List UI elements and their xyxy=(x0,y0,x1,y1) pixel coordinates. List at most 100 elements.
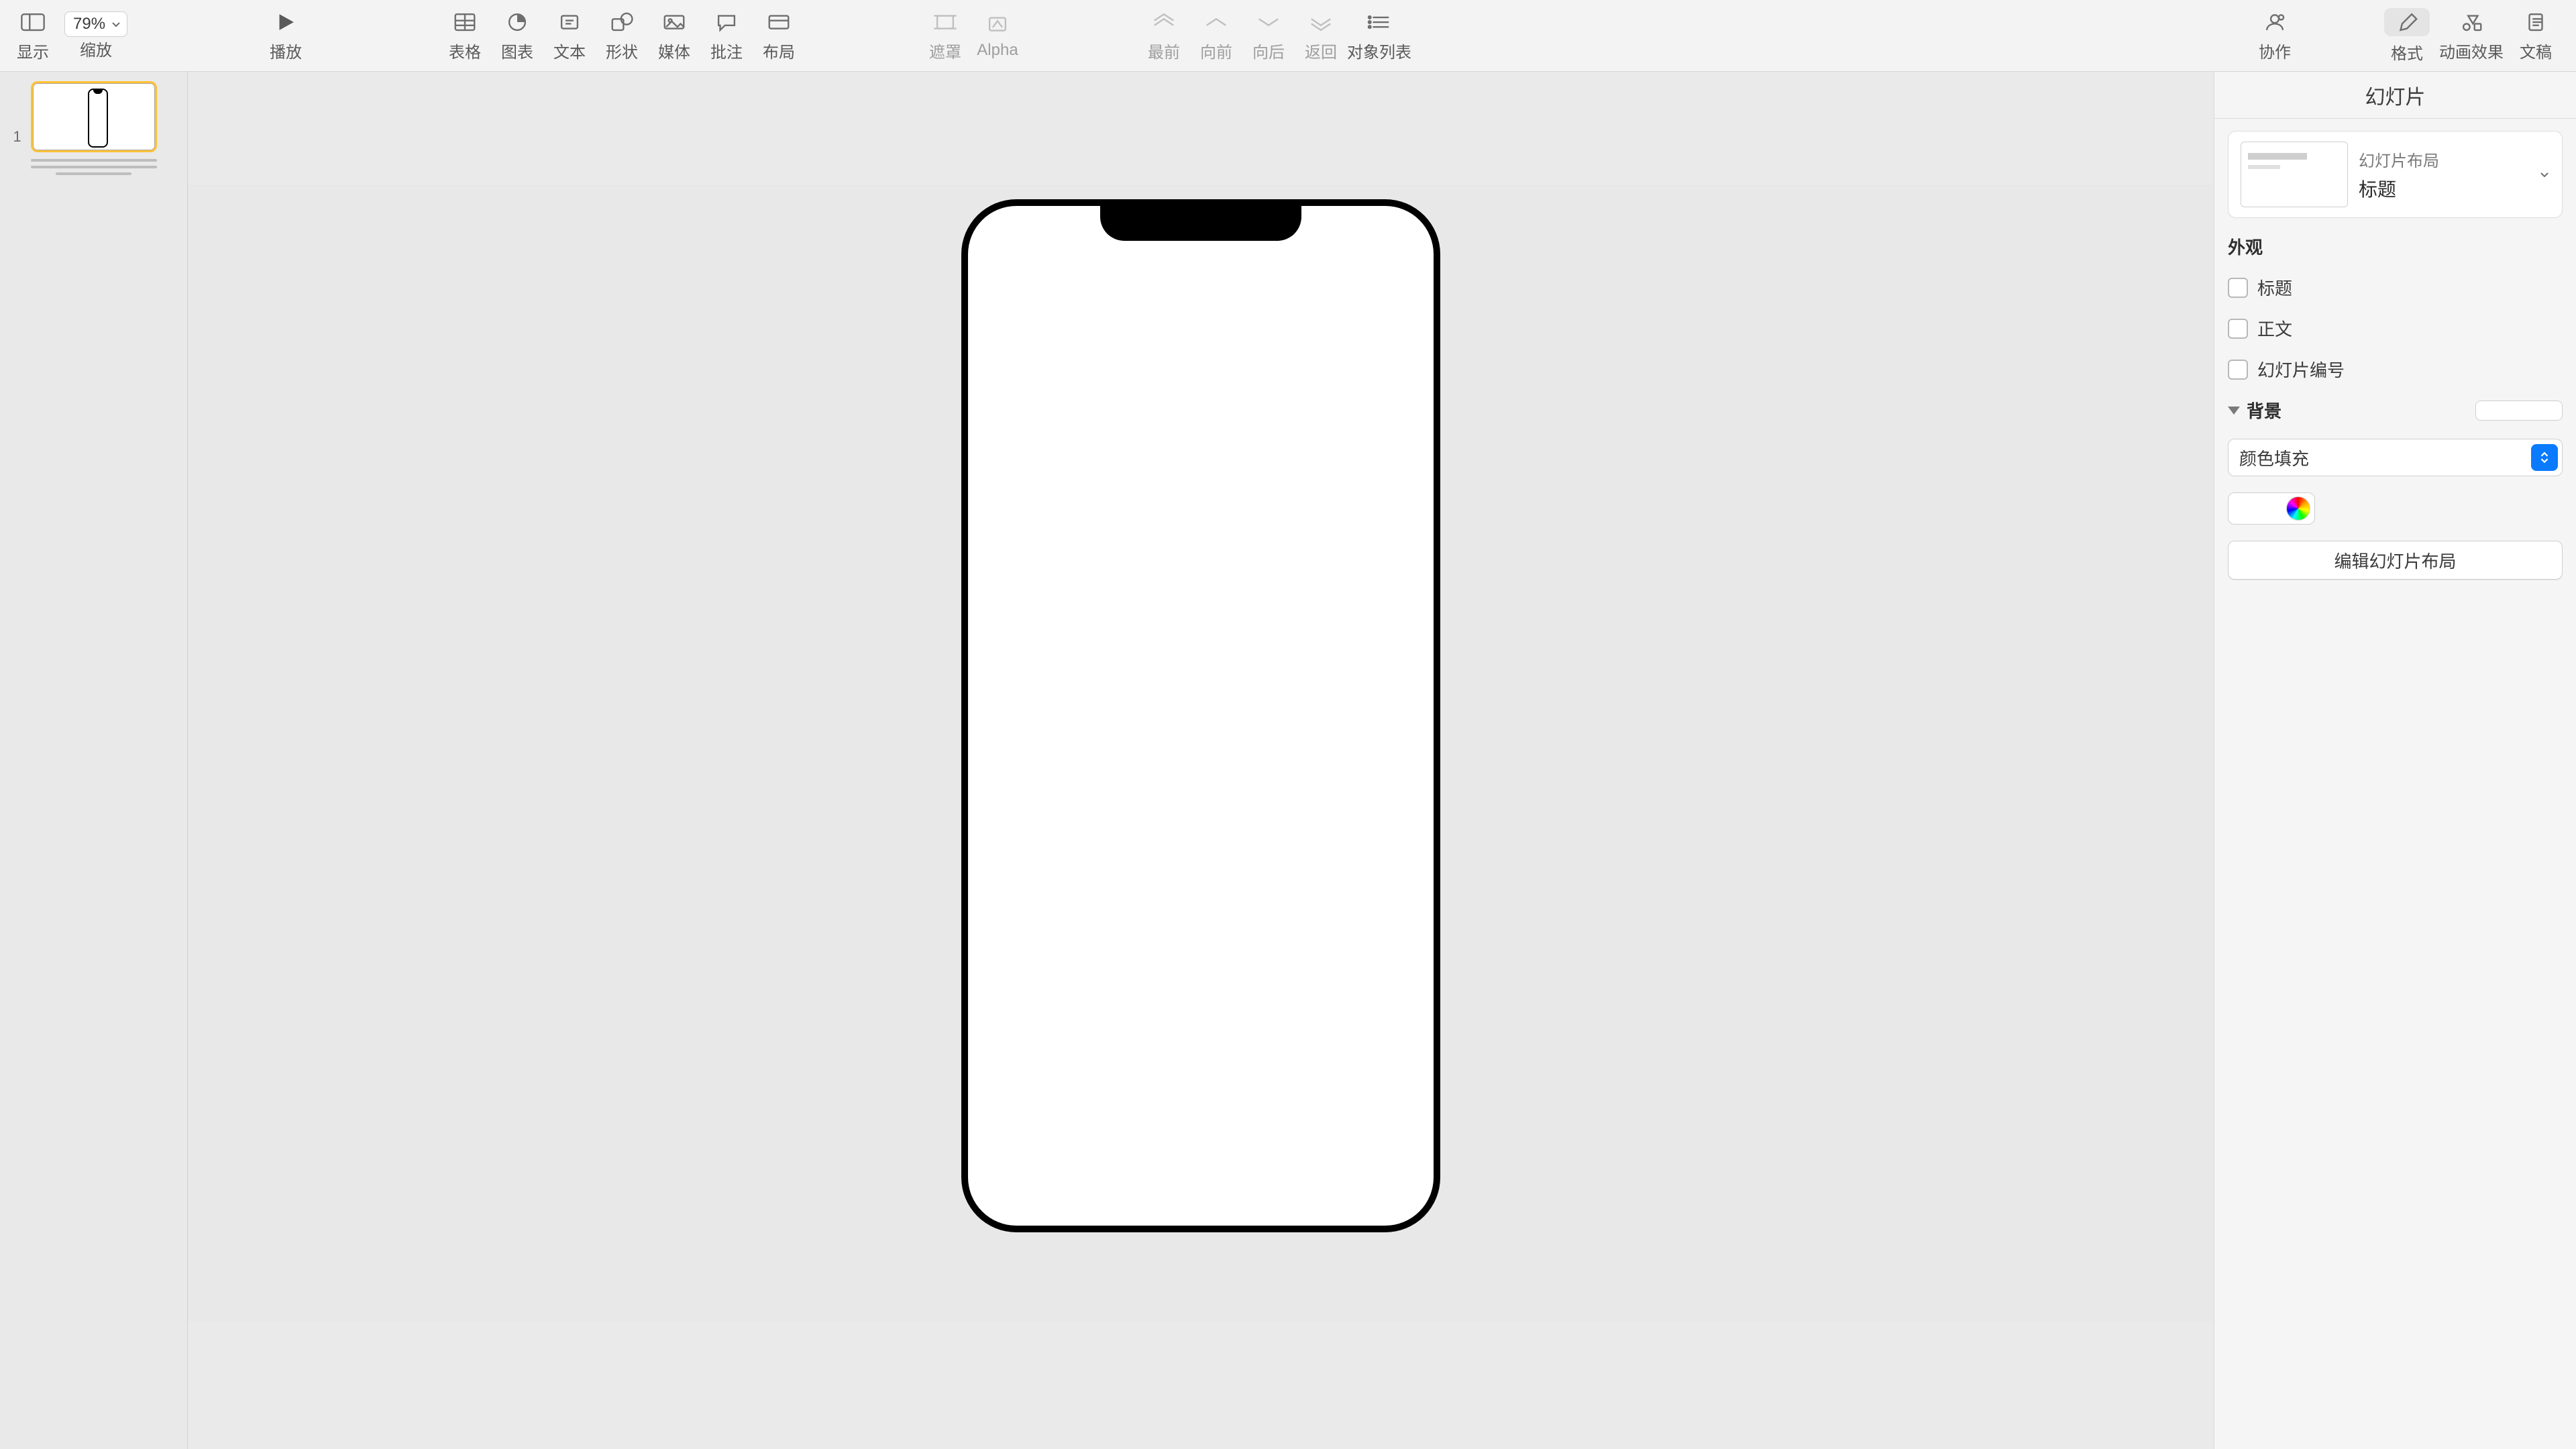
checkbox-icon[interactable] xyxy=(2228,360,2248,380)
mask-icon xyxy=(930,9,960,35)
document-icon xyxy=(2521,9,2551,35)
show-body-label: 正文 xyxy=(2257,316,2292,341)
slide-layout-picker[interactable]: 幻灯片布局 标题 xyxy=(2228,131,2563,218)
slide-number: 1 xyxy=(13,128,21,146)
show-title-label: 标题 xyxy=(2257,275,2292,300)
back-label: 返回 xyxy=(1305,39,1337,62)
slide-thumb[interactable]: 1 xyxy=(31,81,157,152)
insert-layout[interactable]: 布局 xyxy=(753,0,805,71)
animate-label: 动画效果 xyxy=(2439,39,2504,62)
alpha-label: Alpha xyxy=(977,41,1018,60)
layout-name: 标题 xyxy=(2359,175,2528,202)
bring-forward: 向前 xyxy=(1190,0,1242,71)
list-icon xyxy=(1364,9,1394,35)
comment-icon xyxy=(712,9,741,35)
zoom-control[interactable]: 79% 缩放 xyxy=(59,0,133,71)
animate-icon xyxy=(2457,9,2486,35)
insert-text[interactable]: 文本 xyxy=(543,0,596,71)
shape-icon xyxy=(607,9,637,35)
back-icon xyxy=(1306,9,1336,35)
layout-caption: 幻灯片布局 xyxy=(2359,148,2528,171)
media-icon xyxy=(659,9,689,35)
brush-icon xyxy=(2392,9,2422,35)
show-number-label: 幻灯片编号 xyxy=(2257,357,2345,382)
chart-label: 图表 xyxy=(501,39,533,62)
table-icon xyxy=(450,9,480,35)
checkbox-icon[interactable] xyxy=(2228,319,2248,339)
collab-icon xyxy=(2260,9,2290,35)
insert-table[interactable]: 表格 xyxy=(439,0,491,71)
fill-type-select[interactable]: 颜色填充 xyxy=(2228,439,2563,476)
show-title-toggle[interactable]: 标题 xyxy=(2228,275,2563,300)
background-section-header[interactable]: 背景 xyxy=(2228,398,2563,423)
canvas-gutter-top xyxy=(188,72,2214,186)
slide-navigator[interactable]: 1 xyxy=(0,72,188,1449)
send-backward: 向后 xyxy=(1242,0,1295,71)
thumb-phone-icon xyxy=(88,89,108,148)
forward-icon xyxy=(1201,9,1231,35)
insert-shape[interactable]: 形状 xyxy=(596,0,648,71)
appearance-section-label: 外观 xyxy=(2228,234,2563,259)
phone-notch xyxy=(1100,206,1301,241)
forward-label: 向前 xyxy=(1200,39,1232,62)
backward-icon xyxy=(1254,9,1283,35)
format-label: 格式 xyxy=(2391,40,2423,64)
zoom-field[interactable]: 79% xyxy=(64,11,127,37)
view-toggle[interactable]: 显示 xyxy=(7,0,59,71)
edit-slide-layout-button[interactable]: 编辑幻灯片布局 xyxy=(2228,541,2563,580)
view-label: 显示 xyxy=(17,39,49,62)
format-inspector: 幻灯片 幻灯片布局 标题 外观 标题 正文 幻灯片编号 xyxy=(2214,72,2576,1449)
shape-label: 形状 xyxy=(606,39,638,62)
animate-tab[interactable]: 动画效果 xyxy=(2439,0,2504,71)
up-down-icon xyxy=(2538,451,2551,464)
background-color-well[interactable] xyxy=(2228,492,2315,525)
fill-type-stepper[interactable] xyxy=(2531,444,2558,471)
front-label: 最前 xyxy=(1148,39,1180,62)
disclosure-triangle-icon[interactable] xyxy=(2228,407,2240,415)
light-table-hint xyxy=(31,159,157,175)
text-icon xyxy=(555,9,584,35)
comment-label: 批注 xyxy=(710,39,743,62)
collab-label: 协作 xyxy=(2259,39,2291,62)
format-pill xyxy=(2384,8,2430,36)
phone-mockup[interactable] xyxy=(963,201,1439,1231)
background-opacity-swatch[interactable] xyxy=(2475,400,2563,421)
alpha-icon xyxy=(983,11,1012,37)
document-label: 文稿 xyxy=(2520,39,2552,62)
insert-comment[interactable]: 批注 xyxy=(700,0,753,71)
canvas-gutter-bottom xyxy=(188,1322,2214,1449)
object-list[interactable]: 对象列表 xyxy=(1347,0,1411,71)
play-button[interactable]: 播放 xyxy=(254,0,318,71)
slide-thumb-preview xyxy=(31,81,157,152)
chart-icon xyxy=(502,9,532,35)
document-tab[interactable]: 文稿 xyxy=(2504,0,2568,71)
checkbox-icon[interactable] xyxy=(2228,278,2248,298)
sidebar-icon xyxy=(18,9,48,35)
show-body-toggle[interactable]: 正文 xyxy=(2228,316,2563,341)
show-slide-number-toggle[interactable]: 幻灯片编号 xyxy=(2228,357,2563,382)
front-icon xyxy=(1149,9,1179,35)
mask-label: 遮罩 xyxy=(929,39,961,62)
edit-layout-label: 编辑幻灯片布局 xyxy=(2334,548,2456,573)
chevron-down-icon xyxy=(2539,169,2550,180)
slide-canvas[interactable] xyxy=(188,186,2214,1322)
slide-canvas-area xyxy=(188,72,2214,1449)
objects-label: 对象列表 xyxy=(1347,39,1411,62)
insert-media[interactable]: 媒体 xyxy=(648,0,700,71)
media-label: 媒体 xyxy=(658,39,690,62)
mask-button: 遮罩 xyxy=(919,0,971,71)
main-toolbar: 显示 79% 缩放 播放 表格 图表 文本 xyxy=(0,0,2576,72)
send-back: 返回 xyxy=(1295,0,1347,71)
layout-label: 布局 xyxy=(763,39,795,62)
color-wheel-icon[interactable] xyxy=(2286,496,2310,521)
play-icon xyxy=(271,9,301,35)
format-tab[interactable]: 格式 xyxy=(2375,0,2439,71)
collaborate-button[interactable]: 协作 xyxy=(2249,0,2301,71)
inspector-title: 幻灯片 xyxy=(2214,72,2576,119)
layout-icon xyxy=(764,9,794,35)
bring-front: 最前 xyxy=(1138,0,1190,71)
alpha-button: Alpha xyxy=(971,0,1024,71)
fill-type-value: 颜色填充 xyxy=(2239,445,2309,470)
text-label: 文本 xyxy=(553,39,586,62)
insert-chart[interactable]: 图表 xyxy=(491,0,543,71)
